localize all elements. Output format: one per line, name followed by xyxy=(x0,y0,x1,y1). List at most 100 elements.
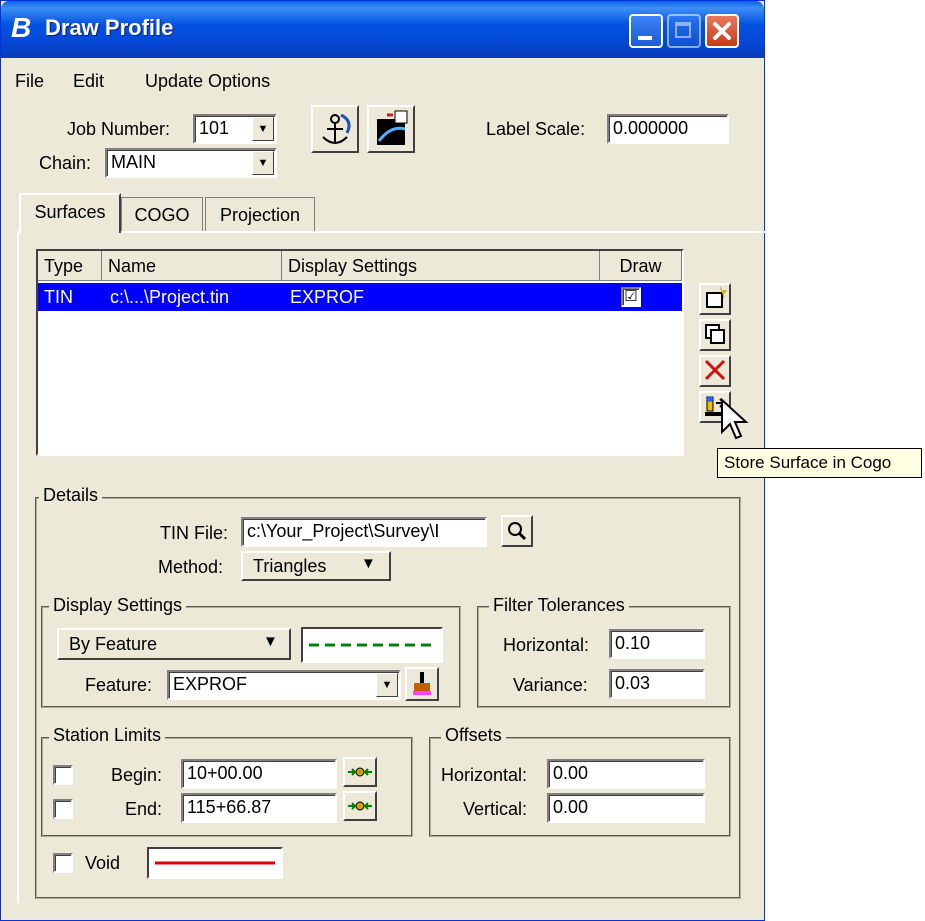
window-title: Draw Profile xyxy=(45,15,174,40)
filter-horizontal-label: Horizontal: xyxy=(503,635,590,655)
tab-surfaces-label: Surfaces xyxy=(34,202,106,222)
title-bar[interactable]: B Draw Profile xyxy=(1,1,764,58)
profile-draw-icon xyxy=(377,110,408,145)
method-label: Method: xyxy=(158,557,224,577)
job-number-select[interactable]: 101 ▼ xyxy=(193,114,277,144)
row-draw-checkbox[interactable]: ☑ xyxy=(621,287,641,307)
search-icon xyxy=(508,522,527,541)
end-pick-button[interactable] xyxy=(343,791,377,821)
feature-line-style-preview[interactable] xyxy=(301,627,443,663)
begin-pick-button[interactable] xyxy=(343,757,377,787)
paintbrush-icon xyxy=(413,672,431,695)
variance-value: 0.03 xyxy=(615,673,651,693)
row-name: c:\...\Project.tin xyxy=(110,287,230,307)
variance-input[interactable]: 0.03 xyxy=(609,669,705,699)
method-value: Triangles xyxy=(253,556,327,576)
surface-list[interactable]: Type Name Display Settings Draw TIN c:\.… xyxy=(36,249,684,456)
menu-update-options[interactable]: Update Options xyxy=(145,71,270,92)
delete-icon xyxy=(704,359,726,381)
add-surface-button[interactable] xyxy=(699,283,731,315)
chevron-down-icon: ▼ xyxy=(252,117,274,141)
delete-surface-button[interactable] xyxy=(699,355,731,387)
close-icon xyxy=(713,22,731,40)
method-select[interactable]: Triangles ▼ xyxy=(241,551,391,581)
end-station-input[interactable]: 115+66.87 xyxy=(181,793,337,823)
chain-label: Chain: xyxy=(39,153,92,173)
tooltip: Store Surface in Cogo xyxy=(717,448,922,478)
target-pick-icon xyxy=(348,767,372,777)
job-number-label: Job Number: xyxy=(67,119,171,139)
anchor-profile-button[interactable] xyxy=(311,105,359,153)
dashed-line-swatch xyxy=(309,643,435,647)
variance-label: Variance: xyxy=(513,675,588,695)
void-checkbox[interactable] xyxy=(53,853,73,873)
filter-tolerances-title: Filter Tolerances xyxy=(489,595,629,616)
offset-horizontal-label: Horizontal: xyxy=(441,765,528,785)
menu-edit[interactable]: Edit xyxy=(73,71,104,92)
begin-checkbox[interactable] xyxy=(53,765,73,785)
tab-projection-label: Projection xyxy=(219,205,301,225)
feature-style-button[interactable] xyxy=(405,667,439,701)
maximize-button[interactable] xyxy=(667,14,701,48)
copy-icon xyxy=(705,324,725,344)
table-row[interactable]: TIN c:\...\Project.tin EXPROF ☑ xyxy=(38,283,682,311)
copy-surface-button[interactable] xyxy=(699,319,731,351)
label-scale-value: 0.000000 xyxy=(613,118,689,138)
begin-station-input[interactable]: 10+00.00 xyxy=(181,759,337,789)
display-settings-title: Display Settings xyxy=(49,595,187,616)
job-number-value: 101 xyxy=(199,118,230,138)
offset-vertical-value: 0.00 xyxy=(553,797,589,817)
feature-value: EXPROF xyxy=(173,674,248,694)
details-title: Details xyxy=(39,485,103,506)
void-line-style-preview[interactable] xyxy=(147,847,283,879)
end-checkbox[interactable] xyxy=(53,799,73,819)
anchor-icon xyxy=(322,113,351,144)
draw-profile-button[interactable] xyxy=(367,105,415,153)
browse-tin-button[interactable] xyxy=(501,515,533,547)
tin-file-value: c:\Your_Project\Survey\I xyxy=(247,521,440,541)
chain-select[interactable]: MAIN ▼ xyxy=(105,148,277,178)
close-button[interactable] xyxy=(705,14,739,48)
feature-select[interactable]: EXPROF ▼ xyxy=(167,670,401,700)
chevron-down-icon: ▼ xyxy=(361,555,376,572)
end-label: End: xyxy=(125,799,163,819)
tin-file-label: TIN File: xyxy=(160,523,229,543)
minimize-button[interactable] xyxy=(629,14,663,48)
label-scale-input[interactable]: 0.000000 xyxy=(607,114,729,144)
column-header-draw[interactable]: Draw xyxy=(600,251,682,281)
column-header-display-settings[interactable]: Display Settings xyxy=(282,251,600,281)
offset-horizontal-value: 0.00 xyxy=(553,763,589,783)
begin-label: Begin: xyxy=(111,765,163,785)
offset-vertical-label: Vertical: xyxy=(463,799,528,819)
void-label: Void xyxy=(85,853,121,873)
offset-horizontal-input[interactable]: 0.00 xyxy=(547,759,705,789)
filter-horizontal-input[interactable]: 0.10 xyxy=(609,629,705,659)
filter-horizontal-value: 0.10 xyxy=(615,633,651,653)
column-header-name[interactable]: Name xyxy=(102,251,282,281)
column-header-type[interactable]: Type xyxy=(38,251,102,281)
tab-projection[interactable]: Projection xyxy=(205,197,315,231)
draw-profile-window: B Draw Profile File Edit Update Options … xyxy=(0,0,766,921)
row-type: TIN xyxy=(44,287,73,307)
minimize-icon xyxy=(638,36,652,40)
solid-line-swatch xyxy=(155,861,275,865)
offsets-title: Offsets xyxy=(441,725,506,746)
maximize-icon xyxy=(675,22,691,38)
tin-file-input[interactable]: c:\Your_Project\Survey\I xyxy=(241,517,487,547)
display-mode-select[interactable]: By Feature ▼ xyxy=(57,628,291,660)
tab-surfaces[interactable]: Surfaces xyxy=(19,193,121,233)
tab-cogo-label: COGO xyxy=(134,205,190,225)
chevron-down-icon: ▼ xyxy=(263,633,278,650)
mouse-cursor-icon xyxy=(721,398,749,440)
display-mode-value: By Feature xyxy=(69,634,158,654)
app-icon: B xyxy=(11,12,32,43)
offset-vertical-input[interactable]: 0.00 xyxy=(547,793,705,823)
chevron-down-icon: ▼ xyxy=(252,151,274,175)
feature-label: Feature: xyxy=(85,675,153,695)
new-item-icon xyxy=(706,286,728,308)
target-pick-icon xyxy=(348,801,372,811)
tab-cogo[interactable]: COGO xyxy=(121,197,203,231)
menu-file[interactable]: File xyxy=(15,71,44,92)
end-station-value: 115+66.87 xyxy=(187,797,272,817)
station-limits-title: Station Limits xyxy=(49,725,166,746)
